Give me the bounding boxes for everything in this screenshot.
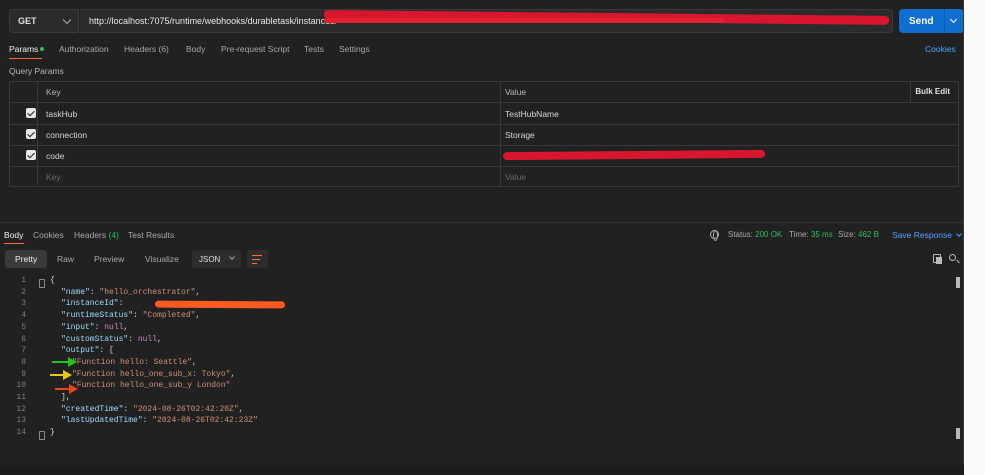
bottom-bar — [0, 465, 964, 475]
orange-arrow — [55, 384, 78, 394]
annotation-arrows — [50, 357, 78, 394]
green-arrow — [52, 357, 77, 367]
outside-window-area — [964, 0, 985, 475]
yellow-arrow — [50, 370, 72, 380]
